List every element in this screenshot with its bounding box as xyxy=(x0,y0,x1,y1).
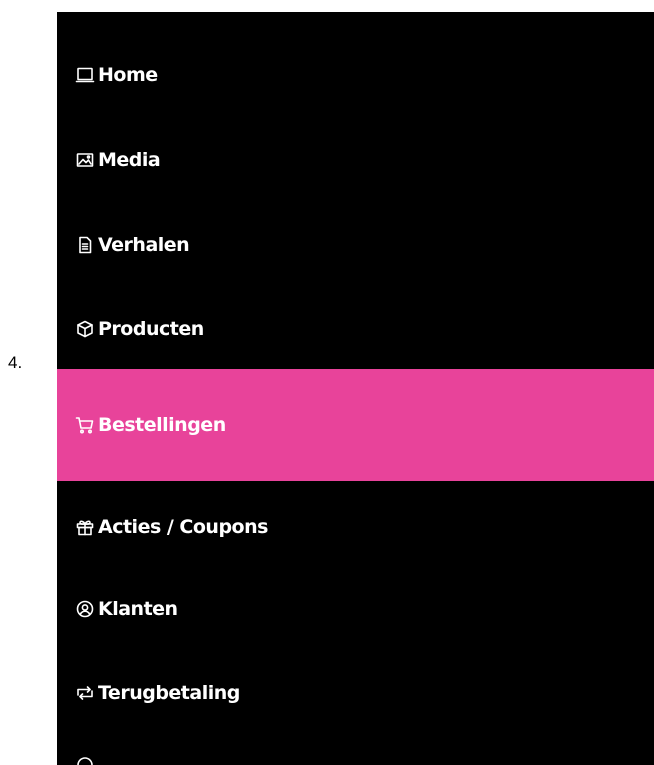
sidebar-item-bestellingen[interactable]: Bestellingen xyxy=(57,369,654,481)
sidebar-item-klanten[interactable]: Klanten xyxy=(57,588,654,630)
sidebar-item-acties-coupons[interactable]: Acties / Coupons xyxy=(57,506,654,548)
sidebar-item-label: Klanten xyxy=(98,598,178,620)
gift-icon xyxy=(75,517,95,537)
image-icon xyxy=(75,150,95,170)
sidebar-item-label: Bestellingen xyxy=(98,414,226,436)
refund-icon xyxy=(75,683,95,703)
step-number: 4. xyxy=(8,353,23,372)
sidebar-item-label: Terugbetaling xyxy=(98,682,240,704)
sidebar-item-home[interactable]: Home xyxy=(57,55,654,95)
sidebar-item-label: Producten xyxy=(98,318,204,340)
sidebar-item-terugbetaling[interactable]: Terugbetaling xyxy=(57,672,654,714)
sidebar-item-media[interactable]: Media xyxy=(57,139,654,181)
sidebar-nav: Home Media Verhalen Producten Bestelling xyxy=(57,12,654,765)
box-icon xyxy=(75,319,95,339)
cart-icon xyxy=(75,415,95,435)
sidebar-item-producten[interactable]: Producten xyxy=(57,308,654,350)
sidebar-item-label: Media xyxy=(98,149,161,171)
sidebar-item-label: Home xyxy=(98,64,158,86)
document-icon xyxy=(75,235,95,255)
laptop-icon xyxy=(75,65,95,85)
partial-icon xyxy=(75,755,95,765)
sidebar-item-label: Acties / Coupons xyxy=(98,516,268,538)
page: 4. Home Media Verhalen Producten Bestell… xyxy=(0,0,654,765)
sidebar-item-verhalen[interactable]: Verhalen xyxy=(57,224,654,266)
sidebar-item-cut-off[interactable] xyxy=(57,755,654,765)
user-circle-icon xyxy=(75,599,95,619)
sidebar-item-label: Verhalen xyxy=(98,234,190,256)
